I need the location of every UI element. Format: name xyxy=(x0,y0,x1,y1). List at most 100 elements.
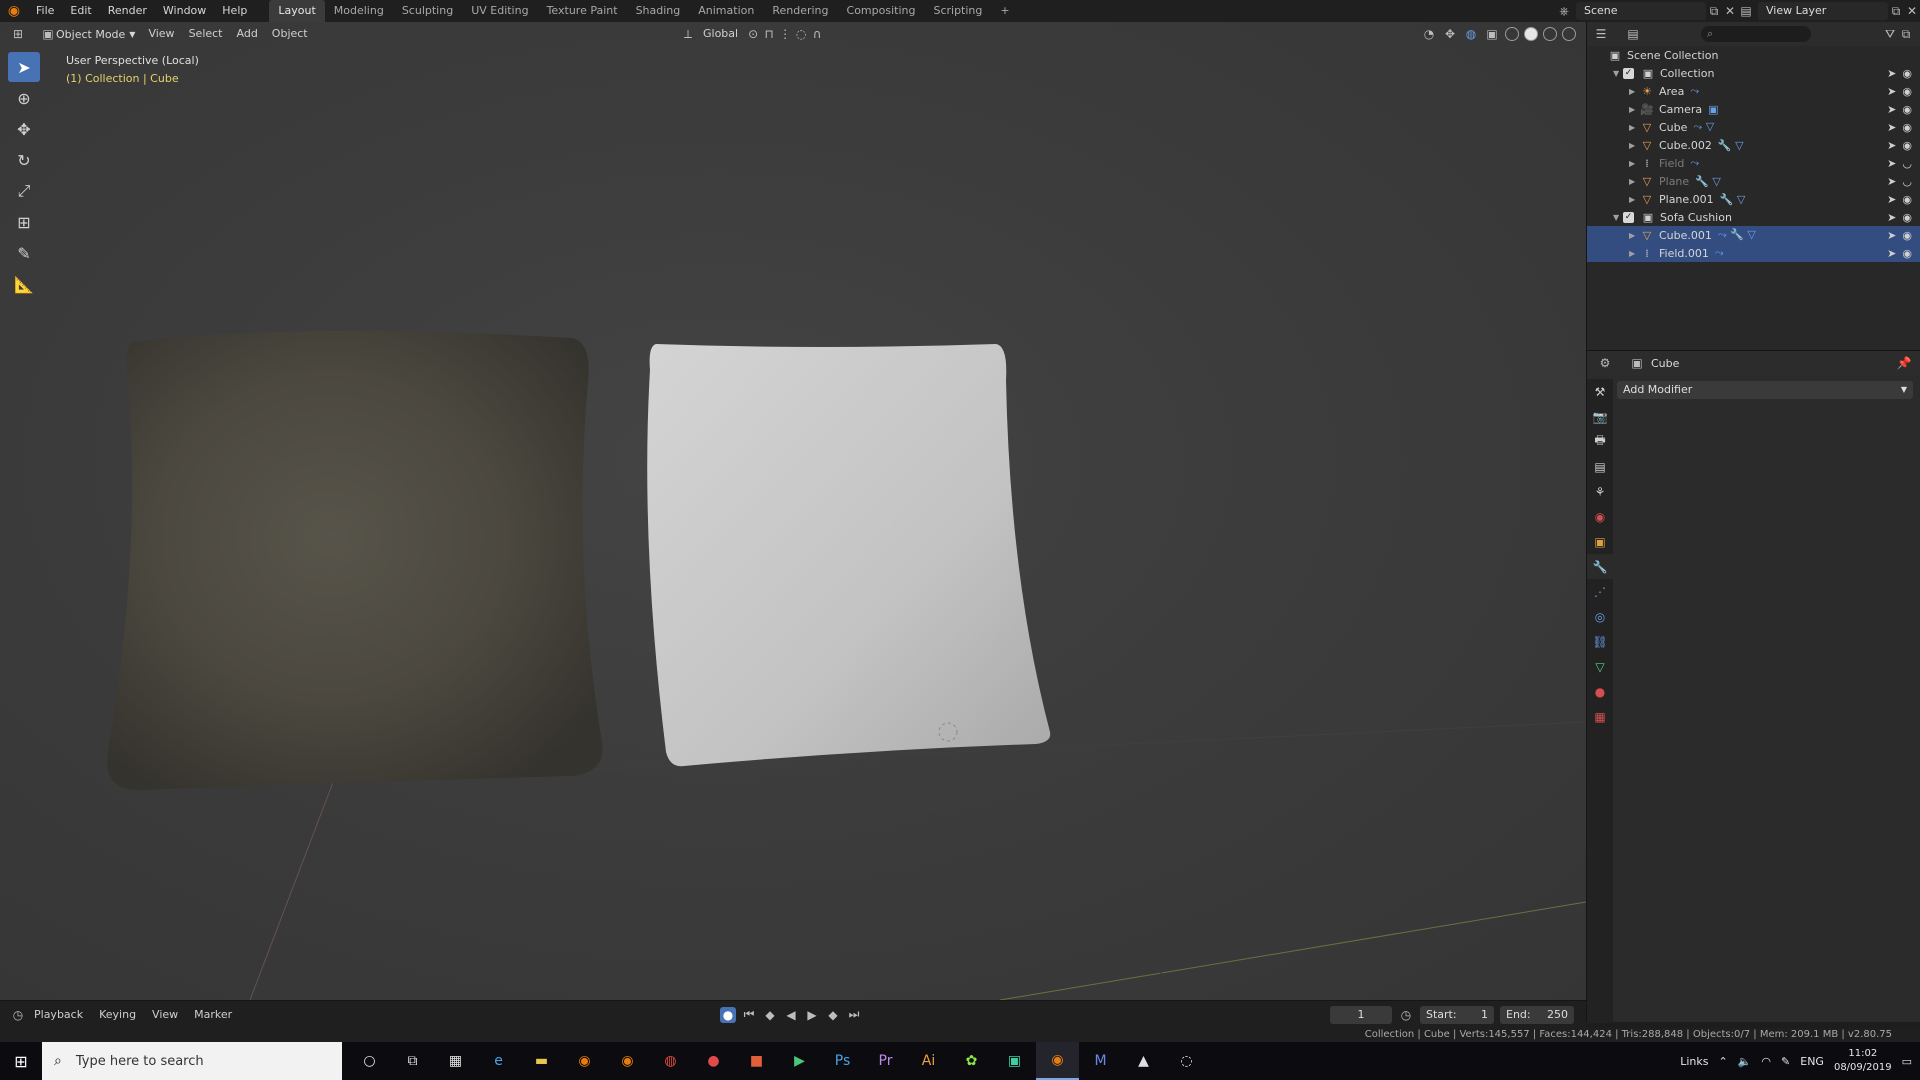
premiere-icon[interactable]: Pr xyxy=(864,1042,907,1080)
notifications-icon[interactable]: ▭ xyxy=(1902,1055,1912,1068)
selectable-toggle-icon[interactable]: ➤ xyxy=(1887,175,1896,188)
dark-cushion-object[interactable] xyxy=(102,322,604,792)
collection-checkbox[interactable]: ✓ xyxy=(1623,211,1634,223)
next-keyframe-icon[interactable]: ◆ xyxy=(825,1007,841,1023)
tab-sculpting[interactable]: Sculpting xyxy=(393,0,462,22)
light-cushion-object[interactable] xyxy=(640,340,1060,770)
move-tool-icon[interactable]: ✥ xyxy=(8,114,40,144)
data-tab-icon[interactable]: ▽ xyxy=(1587,654,1613,679)
selectable-toggle-icon[interactable]: ➤ xyxy=(1887,157,1896,170)
gizmo-icon[interactable]: ✥ xyxy=(1442,26,1458,42)
menu-file[interactable]: File xyxy=(28,0,62,22)
pivot-icon[interactable]: ⊙ xyxy=(745,26,761,42)
volume-icon[interactable]: 🔈 xyxy=(1738,1055,1752,1068)
display-mode-icon[interactable]: ▤ xyxy=(1625,26,1641,42)
app-circle-icon[interactable]: ◌ xyxy=(1165,1042,1208,1080)
media-player-icon[interactable]: ▶ xyxy=(778,1042,821,1080)
data-indicators-icon[interactable]: ⤳ xyxy=(1690,84,1699,98)
file-explorer-icon[interactable]: ▬ xyxy=(520,1042,563,1080)
outliner-editor-icon[interactable]: ☰ xyxy=(1593,26,1609,42)
calculator-icon[interactable]: ▦ xyxy=(434,1042,477,1080)
clock[interactable]: 11:02 08/09/2019 xyxy=(1834,1047,1892,1075)
modifier-tab-icon[interactable]: 🔧 xyxy=(1587,554,1613,579)
menu-select[interactable]: Select xyxy=(182,22,230,46)
auto-key-icon[interactable]: ● xyxy=(720,1006,736,1023)
scene-field[interactable]: Scene xyxy=(1576,2,1706,20)
blender-alt-app-icon[interactable]: ◉ xyxy=(606,1042,649,1080)
tab-rendering[interactable]: Rendering xyxy=(763,0,837,22)
chevron-right-icon[interactable]: ▶ xyxy=(1629,159,1639,168)
eye-icon[interactable]: ◉ xyxy=(1902,229,1912,242)
select-box-tool-icon[interactable]: ➤ xyxy=(8,52,40,82)
view-layer-tab-icon[interactable]: ▤ xyxy=(1587,454,1613,479)
green-app-icon[interactable]: ▣ xyxy=(993,1042,1036,1080)
selectable-toggle-icon[interactable]: ➤ xyxy=(1887,121,1896,134)
language-indicator[interactable]: ENG xyxy=(1800,1055,1824,1068)
blender-running-icon[interactable]: ◉ xyxy=(1036,1042,1079,1080)
selectable-toggle-icon[interactable]: ➤ xyxy=(1887,85,1896,98)
chevron-down-icon[interactable]: ▼ xyxy=(1613,213,1623,222)
menu-help[interactable]: Help xyxy=(214,0,255,22)
outliner-row-sofa-cushion[interactable]: ▼ ✓ ▣ Sofa Cushion ➤ ◉ xyxy=(1587,208,1920,226)
jump-end-icon[interactable]: ⏭ xyxy=(846,1007,862,1023)
app-m-icon[interactable]: M xyxy=(1079,1042,1122,1080)
color-app-icon[interactable]: ✿ xyxy=(950,1042,993,1080)
cortana-icon[interactable]: ○ xyxy=(348,1042,391,1080)
start-frame-field[interactable]: Start: 1 xyxy=(1420,1005,1494,1024)
chevron-down-icon[interactable]: ▼ xyxy=(1613,69,1623,78)
eye-icon[interactable]: ◉ xyxy=(1902,85,1912,98)
world-tab-icon[interactable]: ◉ xyxy=(1587,504,1613,529)
data-indicators-icon[interactable]: ⤳ ▽ xyxy=(1693,120,1714,134)
selectable-toggle-icon[interactable]: ➤ xyxy=(1887,139,1896,152)
outliner-row-cube-002[interactable]: ▶ ▽ Cube.002 🔧 ▽ ➤ ◉ xyxy=(1587,136,1920,154)
links-toolbar[interactable]: Links xyxy=(1680,1055,1708,1068)
play-reverse-icon[interactable]: ◀ xyxy=(783,1007,799,1023)
particles-tab-icon[interactable]: ⋰ xyxy=(1587,579,1613,604)
visibility-icon[interactable]: ◔ xyxy=(1421,26,1437,42)
delete-view-layer-icon[interactable]: ✕ xyxy=(1904,3,1920,19)
pen-icon[interactable]: ✎ xyxy=(1781,1055,1790,1068)
taskbar-search-input[interactable]: ⌕ Type here to search xyxy=(42,1042,342,1080)
selectable-toggle-icon[interactable]: ➤ xyxy=(1887,229,1896,242)
scene-tab-icon[interactable]: ⚘ xyxy=(1587,479,1613,504)
falloff-icon[interactable]: ∩ xyxy=(809,26,825,42)
outliner-row-plane-001[interactable]: ▶ ▽ Plane.001 🔧 ▽ ➤ ◉ xyxy=(1587,190,1920,208)
new-view-layer-icon[interactable]: ⧉ xyxy=(1888,3,1904,19)
tab-animation[interactable]: Animation xyxy=(689,0,763,22)
eye-icon[interactable]: ◉ xyxy=(1902,121,1912,134)
menu-playback[interactable]: Playback xyxy=(26,1008,91,1021)
chevron-up-icon[interactable]: ⌃ xyxy=(1719,1055,1728,1068)
tab-scripting[interactable]: Scripting xyxy=(924,0,991,22)
data-indicators-icon[interactable]: ▣ xyxy=(1708,103,1718,116)
material-tab-icon[interactable]: ● xyxy=(1587,679,1613,704)
render-tab-icon[interactable]: 📷 xyxy=(1587,404,1613,429)
menu-add[interactable]: Add xyxy=(230,22,265,46)
eye-closed-icon[interactable]: ◡ xyxy=(1902,175,1912,188)
selectable-toggle-icon[interactable]: ➤ xyxy=(1887,211,1896,224)
mode-selector[interactable]: ▣ Object Mode ▼ xyxy=(34,24,141,44)
prev-keyframe-icon[interactable]: ◆ xyxy=(762,1007,778,1023)
photoshop-icon[interactable]: Ps xyxy=(821,1042,864,1080)
pin-icon[interactable]: 📌 xyxy=(1896,355,1912,371)
menu-edit[interactable]: Edit xyxy=(62,0,99,22)
add-workspace-button[interactable]: + xyxy=(991,0,1018,22)
menu-marker[interactable]: Marker xyxy=(186,1008,240,1021)
eye-icon[interactable]: ◉ xyxy=(1902,211,1912,224)
new-scene-icon[interactable]: ⧉ xyxy=(1706,3,1722,19)
windows-start-icon[interactable]: ⊞ xyxy=(0,1042,42,1080)
tab-texture-paint[interactable]: Texture Paint xyxy=(538,0,627,22)
outliner-row-field-001[interactable]: ▶ ⁞ Field.001 ⤳ ➤ ◉ xyxy=(1587,244,1920,262)
eye-icon[interactable]: ◉ xyxy=(1902,139,1912,152)
measure-tool-icon[interactable]: 📐 xyxy=(8,269,40,299)
add-modifier-dropdown[interactable]: Add Modifier ▼ xyxy=(1617,381,1913,399)
menu-window[interactable]: Window xyxy=(155,0,214,22)
menu-view[interactable]: View xyxy=(141,22,181,46)
jump-start-icon[interactable]: ⏮ xyxy=(741,1007,757,1023)
xray-icon[interactable]: ▣ xyxy=(1484,26,1500,42)
tab-uv-editing[interactable]: UV Editing xyxy=(462,0,537,22)
selectable-toggle-icon[interactable]: ➤ xyxy=(1887,67,1896,80)
transform-tool-icon[interactable]: ⊞ xyxy=(8,207,40,237)
wireframe-shading-icon[interactable] xyxy=(1505,27,1519,41)
physics-tab-icon[interactable]: ◎ xyxy=(1587,604,1613,629)
eye-icon[interactable]: ◉ xyxy=(1902,193,1912,206)
